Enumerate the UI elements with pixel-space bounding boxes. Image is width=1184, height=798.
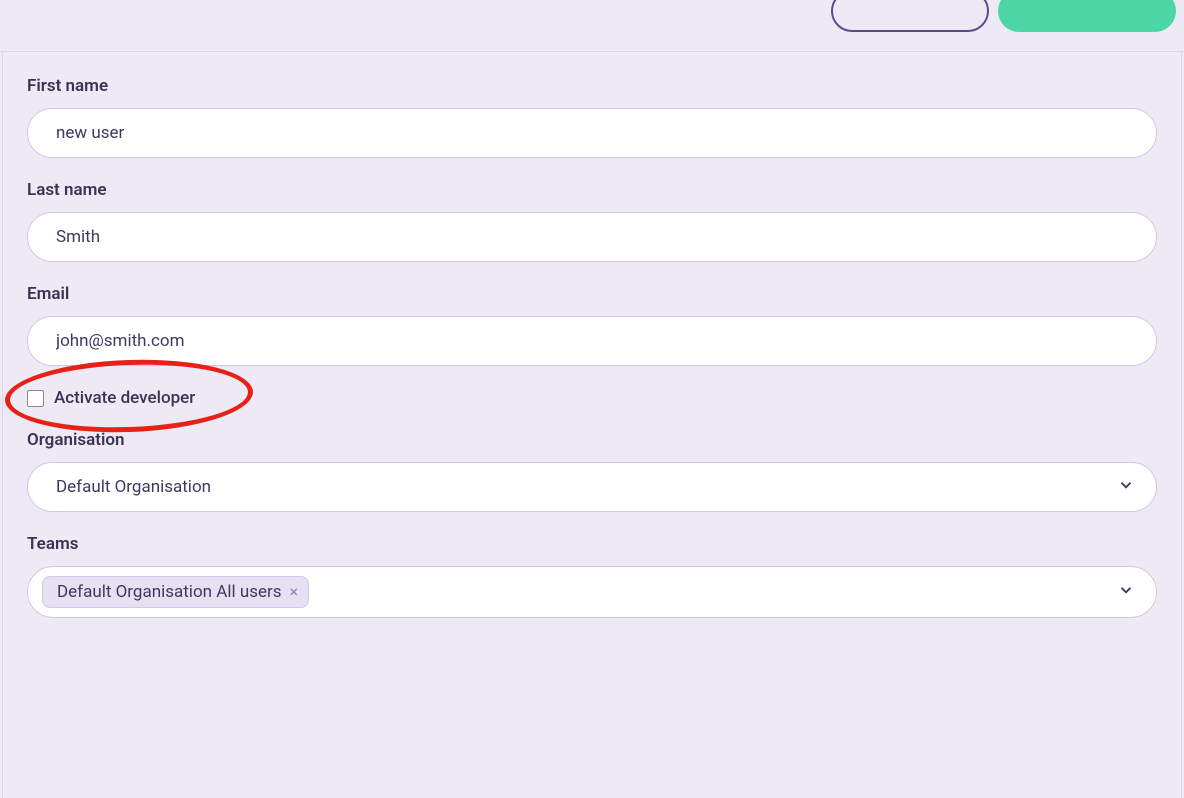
- email-input[interactable]: [27, 316, 1157, 366]
- activate-developer-row: Activate developer: [27, 388, 1157, 408]
- first-name-label: First name: [27, 76, 1157, 96]
- first-name-input[interactable]: [27, 108, 1157, 158]
- teams-group: Teams Default Organisation All users ×: [27, 534, 1157, 618]
- last-name-group: Last name: [27, 180, 1157, 262]
- last-name-label: Last name: [27, 180, 1157, 200]
- organisation-selected-value: Default Organisation: [56, 477, 211, 497]
- activate-developer-label: Activate developer: [54, 388, 195, 408]
- top-bar: [0, 0, 1184, 52]
- team-tag-label: Default Organisation All users: [57, 582, 282, 602]
- teams-multiselect[interactable]: Default Organisation All users ×: [27, 566, 1157, 618]
- organisation-label: Organisation: [27, 430, 1157, 450]
- teams-label: Teams: [27, 534, 1157, 554]
- activate-developer-checkbox[interactable]: [27, 390, 44, 407]
- team-tag: Default Organisation All users ×: [42, 576, 309, 608]
- email-group: Email: [27, 284, 1157, 366]
- first-name-group: First name: [27, 76, 1157, 158]
- last-name-input[interactable]: [27, 212, 1157, 262]
- tag-remove-icon[interactable]: ×: [290, 584, 299, 600]
- email-label: Email: [27, 284, 1157, 304]
- primary-action-button[interactable]: [998, 0, 1176, 32]
- organisation-group: Organisation Default Organisation: [27, 430, 1157, 512]
- organisation-select[interactable]: Default Organisation: [27, 462, 1157, 512]
- secondary-action-button[interactable]: [831, 0, 989, 32]
- user-form: First name Last name Email Activate deve…: [2, 52, 1182, 798]
